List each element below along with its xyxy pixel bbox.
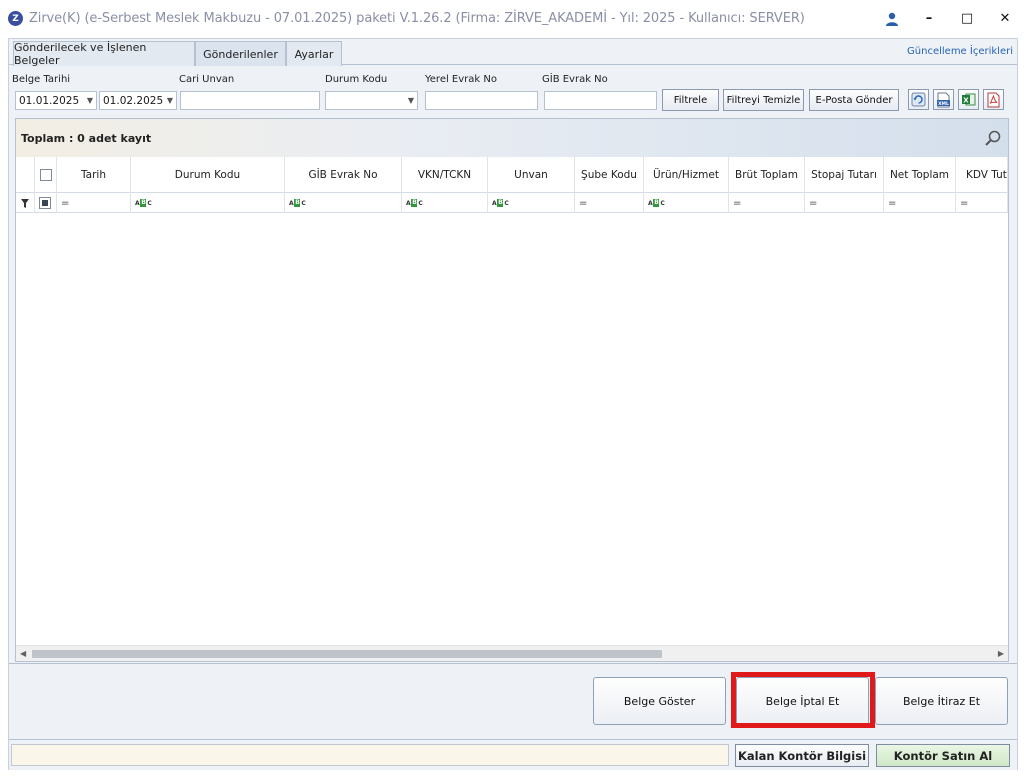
excel-export-icon[interactable]: X (958, 89, 979, 110)
belge-itiraz-et-button[interactable]: Belge İtiraz Et (875, 677, 1008, 725)
filter-cell-urun-hizmet[interactable]: ABC (644, 193, 729, 213)
maximize-button[interactable]: □ (948, 0, 986, 37)
tab-gonderilenler[interactable]: Gönderilenler (195, 41, 286, 66)
filter-cell-tarih[interactable]: = (57, 193, 131, 213)
filtrele-button[interactable]: Filtrele (662, 89, 719, 111)
action-bar: Belge Göster Belge İptal Et Belge İtiraz… (9, 663, 1017, 739)
filter-cell-brut-toplam[interactable]: = (729, 193, 805, 213)
equals-filter-icon: = (888, 197, 897, 209)
column-header-unvan[interactable]: Unvan (488, 157, 575, 193)
equals-filter-icon: = (960, 197, 969, 209)
refresh-icon[interactable] (908, 89, 929, 110)
checkbox[interactable] (39, 197, 51, 209)
durum-kodu-label: Durum Kodu (325, 74, 388, 85)
filter-row-icon (16, 193, 35, 213)
total-bar: Toplam : 0 adet kayıt (16, 119, 1008, 157)
cari-unvan-label: Cari Unvan (179, 74, 235, 85)
select-all-checkbox[interactable] (35, 157, 57, 193)
column-header-brut-toplam[interactable]: Brüt Toplam (729, 157, 805, 193)
search-icon[interactable] (984, 129, 1002, 150)
date-from-value: 01.01.2025 (19, 94, 80, 107)
user-icon[interactable] (874, 12, 910, 26)
filtreyi-temizle-button[interactable]: Filtreyi Temizle (723, 89, 804, 111)
filter-cell-kdv-tutari[interactable]: = (956, 193, 1008, 213)
filter-cell-unvan[interactable]: ABC (488, 193, 575, 213)
equals-filter-icon: = (809, 197, 818, 209)
filter-bar: Belge Tarihi 01.01.2025 ▼ 01.02.2025 ▼ C… (9, 66, 1017, 118)
yerel-evrak-input[interactable] (425, 91, 538, 110)
tab-ayarlar[interactable]: Ayarlar (286, 41, 342, 66)
cari-unvan-input[interactable] (180, 91, 320, 110)
window-title: Zirve(K) (e-Serbest Meslek Makbuzu - 07.… (29, 11, 805, 26)
gib-evrak-label: GİB Evrak No (542, 74, 608, 85)
column-header-durum-kodu[interactable]: Durum Kodu (131, 157, 285, 193)
scrollbar-thumb[interactable] (32, 650, 662, 658)
scroll-left-icon[interactable]: ◀ (20, 649, 26, 658)
records-grid: Toplam : 0 adet kayıt Tarih Durum Kodu G… (15, 118, 1009, 662)
text-filter-icon: ABC (289, 199, 306, 207)
filter-cell-sube-kodu[interactable]: = (575, 193, 644, 213)
eposta-gonder-button[interactable]: E-Posta Gönder (809, 89, 899, 111)
xml-export-icon[interactable]: XML (933, 89, 954, 110)
kontor-satin-al-button[interactable]: Kontör Satın Al (876, 744, 1010, 767)
column-header-stopaj-tutari[interactable]: Stopaj Tutarı (805, 157, 884, 193)
status-message (11, 744, 729, 766)
grid-filter-row: = ABC ABC ABC ABC = ABC = = = = (16, 193, 1008, 213)
yerel-evrak-label: Yerel Evrak No (425, 74, 497, 85)
filter-row-checkbox[interactable] (35, 193, 57, 213)
column-header-tarih[interactable]: Tarih (57, 157, 131, 193)
gib-evrak-input[interactable] (544, 91, 657, 110)
chevron-down-icon[interactable]: ▼ (87, 96, 93, 105)
highlight-box (731, 672, 875, 728)
minimize-button[interactable]: – (910, 0, 948, 37)
chevron-down-icon[interactable]: ▼ (408, 96, 414, 105)
equals-filter-icon: = (579, 197, 588, 209)
text-filter-icon: ABC (135, 199, 152, 207)
filter-cell-vkn-tckn[interactable]: ABC (402, 193, 488, 213)
date-to-value: 01.02.2025 (103, 94, 164, 107)
main-frame: Gönderilecek ve İşlenen Belgeler Gönderi… (8, 38, 1018, 770)
date-from-field[interactable]: 01.01.2025 ▼ (15, 91, 97, 110)
close-button[interactable]: ✕ (986, 0, 1024, 37)
title-bar: Z Zirve(K) (e-Serbest Meslek Makbuzu - 0… (0, 0, 1024, 37)
chevron-down-icon[interactable]: ▼ (167, 96, 173, 105)
tab-gonderilecek[interactable]: Gönderilecek ve İşlenen Belgeler (13, 41, 195, 67)
svg-text:X: X (963, 97, 969, 105)
row-indicator-header (16, 157, 35, 193)
text-filter-icon: ABC (492, 199, 509, 207)
date-to-field[interactable]: 01.02.2025 ▼ (99, 91, 177, 110)
column-header-vkn-tckn[interactable]: VKN/TCKN (402, 157, 488, 193)
app-logo-icon: Z (8, 11, 23, 26)
belge-goster-button[interactable]: Belge Göster (593, 677, 726, 725)
text-filter-icon: ABC (406, 199, 423, 207)
belge-tarihi-label: Belge Tarihi (12, 74, 71, 85)
update-contents-link[interactable]: Güncelleme İçerikleri (907, 46, 1013, 57)
filter-cell-gib-evrak-no[interactable]: ABC (285, 193, 402, 213)
checkbox[interactable] (39, 169, 52, 181)
filter-cell-durum-kodu[interactable]: ABC (131, 193, 285, 213)
filter-cell-stopaj-tutari[interactable]: = (805, 193, 884, 213)
equals-filter-icon: = (733, 197, 742, 209)
column-header-kdv-tutari[interactable]: KDV Tutarı (956, 157, 1008, 193)
filter-cell-net-toplam[interactable]: = (884, 193, 956, 213)
column-header-net-toplam[interactable]: Net Toplam (884, 157, 956, 193)
text-filter-icon: ABC (648, 199, 665, 207)
svg-text:XML: XML (938, 101, 949, 107)
column-header-gib-evrak-no[interactable]: GİB Evrak No (285, 157, 402, 193)
durum-kodu-select[interactable]: ▼ (325, 91, 418, 110)
grid-header-row: Tarih Durum Kodu GİB Evrak No VKN/TCKN U… (16, 157, 1008, 193)
status-bar: Kalan Kontör Bilgisi Kontör Satın Al (9, 739, 1017, 770)
tab-strip: Gönderilecek ve İşlenen Belgeler Gönderi… (9, 39, 1017, 67)
kalan-kontor-button[interactable]: Kalan Kontör Bilgisi (735, 744, 869, 767)
scroll-right-icon[interactable]: ▶ (998, 649, 1004, 658)
horizontal-scrollbar[interactable]: ◀ ▶ (16, 645, 1008, 661)
column-header-sube-kodu[interactable]: Şube Kodu (575, 157, 644, 193)
window-controls: – □ ✕ (874, 0, 1024, 37)
total-count-label: Toplam : 0 adet kayıt (21, 131, 152, 145)
column-header-urun-hizmet[interactable]: Ürün/Hizmet (644, 157, 729, 193)
equals-filter-icon: = (61, 197, 70, 209)
pdf-export-icon[interactable] (983, 89, 1004, 110)
